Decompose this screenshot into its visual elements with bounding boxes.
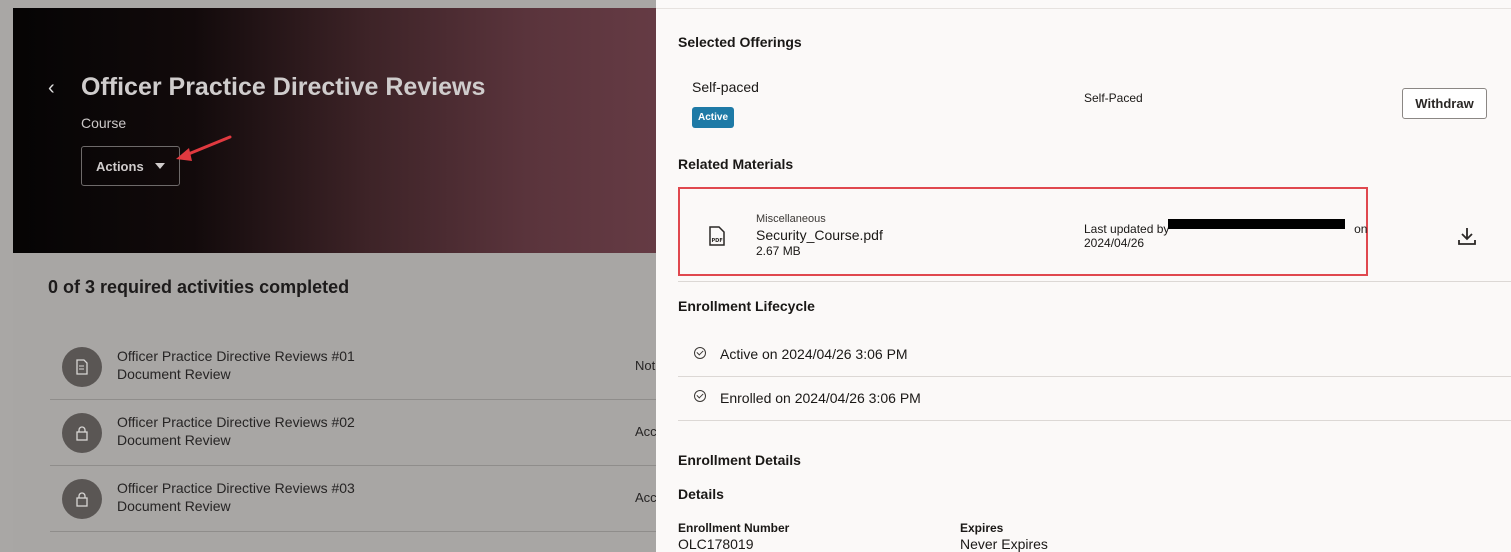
withdraw-button[interactable]: Withdraw [1402,88,1487,119]
expires-label: Expires [960,521,1004,535]
offering-delivery-type: Self-Paced [1084,91,1143,105]
enrollment-number-label: Enrollment Number [678,521,790,535]
enrollment-number-value: OLC178019 [678,536,754,552]
svg-text:PDF: PDF [712,238,723,244]
lifecycle-event: Active on 2024/04/26 3:06 PM [720,346,908,362]
redaction-bar [1168,219,1345,229]
related-materials-heading: Related Materials [678,156,794,172]
lifecycle-event: Enrolled on 2024/04/26 3:06 PM [720,390,921,406]
progress-summary: 0 of 3 required activities completed [48,277,350,297]
lock-icon [62,413,102,453]
activity-row[interactable]: Officer Practice Directive Reviews #03 D… [50,466,656,532]
course-page-background: ‹ Officer Practice Directive Reviews Cou… [0,0,656,552]
actions-menu-button[interactable]: Actions [81,146,180,186]
activity-title[interactable]: Officer Practice Directive Reviews #03 [117,480,355,496]
activity-title[interactable]: Officer Practice Directive Reviews #01 [117,348,355,364]
activity-row[interactable]: Officer Practice Directive Reviews #01 D… [50,334,656,400]
course-type-label: Course [81,115,127,131]
caret-down-icon [155,163,165,169]
material-file-name[interactable]: Security_Course.pdf [756,227,883,243]
lock-icon [62,479,102,519]
status-badge: Active [692,107,735,128]
expires-value: Never Expires [960,536,1048,552]
check-circle-icon [694,390,706,402]
material-file-size: 2.67 MB [756,244,801,258]
activity-row[interactable]: Officer Practice Directive Reviews #02 D… [50,400,656,466]
activity-status: Acc [635,424,656,439]
activity-type: Document Review [117,432,231,448]
annotation-arrow [176,135,232,161]
back-chevron-icon[interactable]: ‹ [48,78,64,98]
enrollment-drawer: Selected Offerings Self-paced Active Sel… [656,0,1511,552]
enrollment-details-heading: Enrollment Details [678,452,801,468]
pdf-file-icon: PDF [708,226,726,251]
offering-name: Self-paced [692,79,759,95]
selected-offerings-heading: Selected Offerings [678,34,802,50]
activity-type: Document Review [117,498,231,514]
check-circle-icon [694,347,706,359]
enrollment-lifecycle-heading: Enrollment Lifecycle [678,298,815,314]
activity-status: Acc [635,490,656,505]
activity-title[interactable]: Officer Practice Directive Reviews #02 [117,414,355,430]
page-title: Officer Practice Directive Reviews [81,73,486,101]
details-subheading: Details [678,486,724,502]
actions-button-label: Actions [96,159,144,174]
document-icon [62,347,102,387]
download-icon[interactable] [1457,226,1477,251]
activity-type: Document Review [117,366,231,382]
material-category: Miscellaneous [756,213,826,225]
activity-status: Not [635,358,656,373]
material-updated-date: 2024/04/26 [1084,236,1145,250]
